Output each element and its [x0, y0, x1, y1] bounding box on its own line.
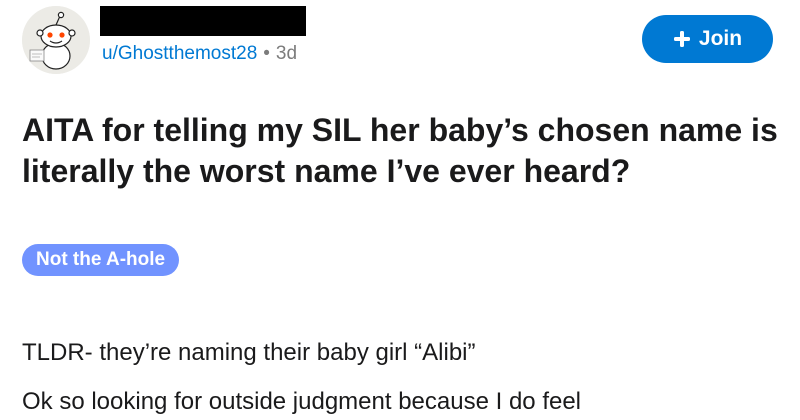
post-flair[interactable]: Not the A-hole	[22, 244, 180, 276]
redacted-subreddit-name	[100, 6, 306, 36]
user-avatar[interactable]	[22, 6, 90, 74]
post-meta: u/Ghostthemost28 • 3d	[102, 40, 297, 68]
join-label: Join	[698, 27, 743, 50]
join-button[interactable]: Join	[642, 15, 773, 63]
post-body-paragraph: TLDR- they’re naming their baby girl “Al…	[22, 339, 476, 366]
post-body-paragraph: Ok so looking for outside judgment becau…	[22, 388, 582, 415]
author-link[interactable]: u/Ghostthemost28	[102, 43, 257, 64]
plus-icon	[673, 31, 690, 47]
snoo-avatar-icon	[22, 6, 90, 74]
post-title[interactable]: AITA for telling my SIL her baby’s chose…	[22, 110, 782, 192]
post-age: 3d	[275, 43, 298, 64]
meta-separator: •	[263, 43, 270, 64]
reddit-post-screenshot: u/Ghostthemost28 • 3d Join AITA for tellin…	[0, 0, 800, 420]
